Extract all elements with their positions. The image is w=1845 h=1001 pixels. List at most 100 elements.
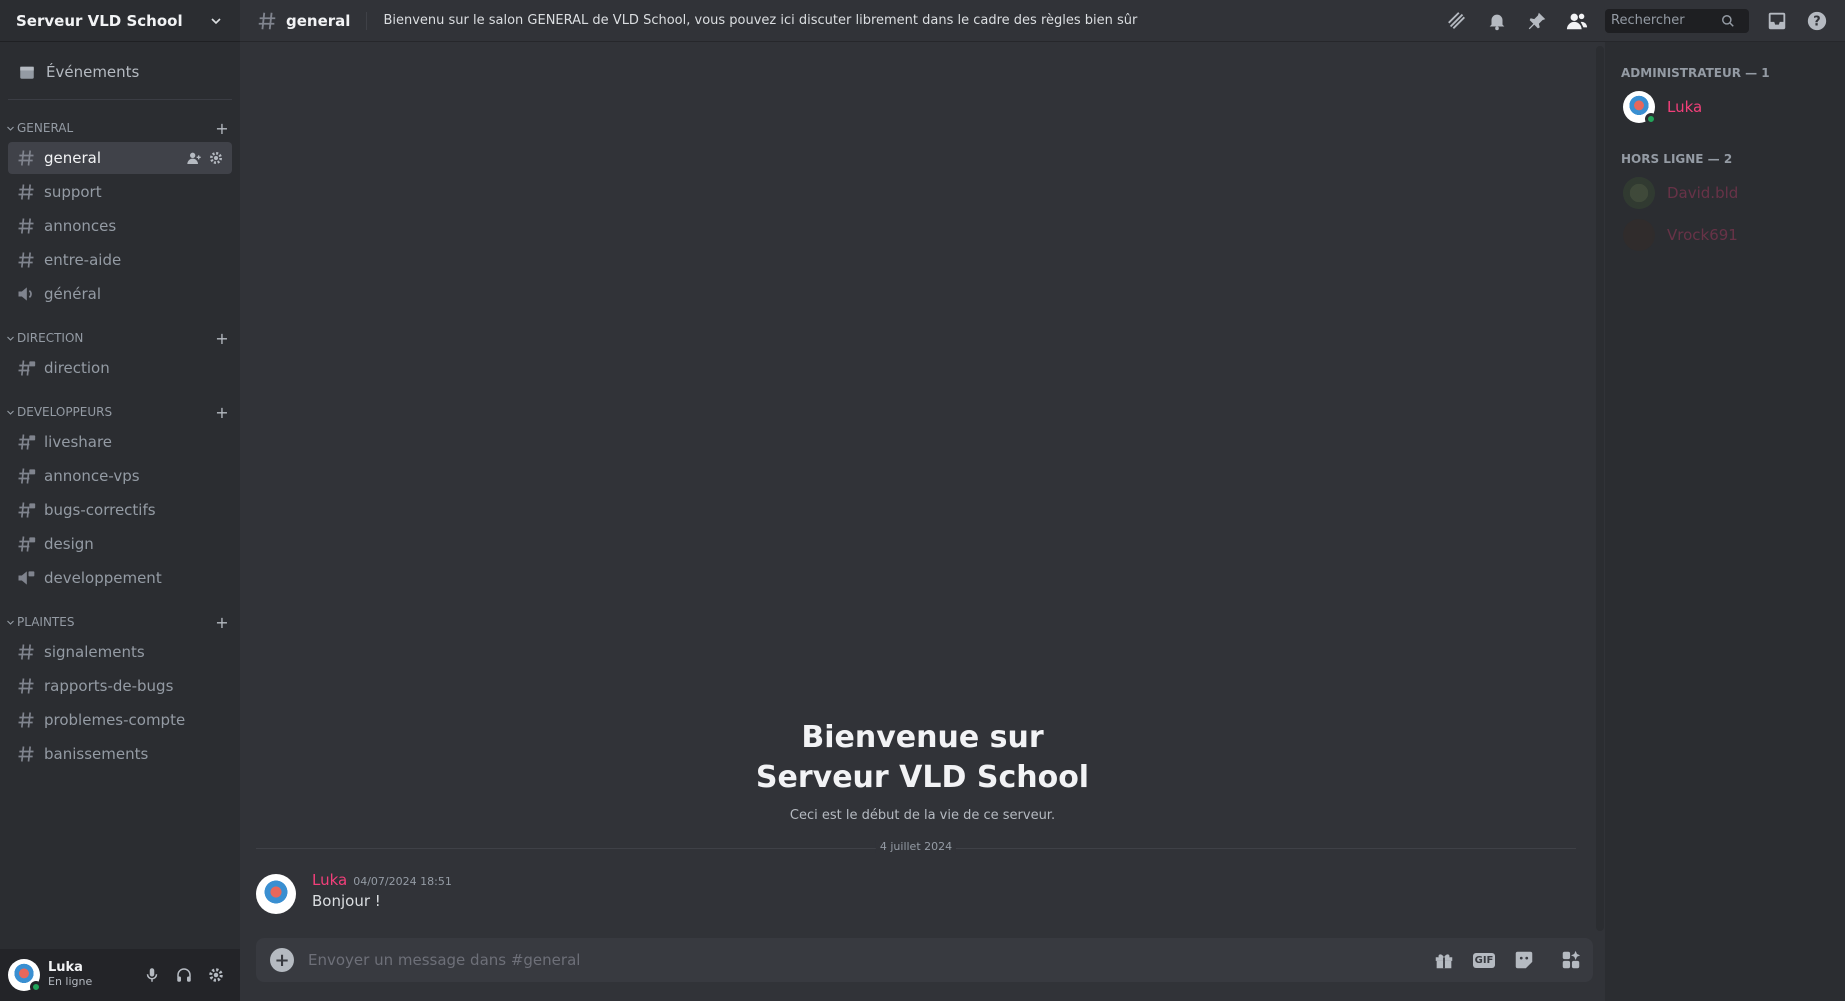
- channel-item-liveshare[interactable]: liveshare: [8, 426, 232, 458]
- user-avatar[interactable]: [8, 959, 42, 993]
- channel-label: design: [44, 535, 94, 553]
- svg-text:?: ?: [1813, 14, 1820, 29]
- message-composer: + GIF: [256, 938, 1592, 982]
- channel-settings-icon[interactable]: [208, 150, 224, 166]
- date-divider: 4 juillet 2024: [256, 840, 1576, 853]
- member-name: David.bld: [1667, 184, 1739, 202]
- channel-item-rapports-de-bugs[interactable]: rapports-de-bugs: [8, 670, 232, 702]
- channel-item-design[interactable]: design: [8, 528, 232, 560]
- channel-item-banissements[interactable]: banissements: [8, 738, 232, 770]
- channel-label: problemes-compte: [44, 711, 186, 729]
- category-direction[interactable]: DIRECTION +: [0, 326, 240, 350]
- settings-gear-icon[interactable]: [200, 959, 232, 991]
- search-box[interactable]: [1605, 8, 1749, 33]
- channel-topic[interactable]: Bienvenu sur le salon GENERAL de VLD Sch…: [383, 13, 1437, 28]
- user-info[interactable]: Luka En ligne: [48, 960, 136, 989]
- chat-area: Bienvenue sur Serveur VLD School Ceci es…: [240, 42, 1605, 1001]
- hashtag-icon: [16, 148, 36, 168]
- message-timestamp: 04/07/2024 18:51: [353, 875, 452, 888]
- locked-hashtag-icon: [16, 534, 36, 554]
- channel-item-annonce-vps[interactable]: annonce-vps: [8, 460, 232, 492]
- headphones-icon[interactable]: [168, 959, 200, 991]
- add-attachment-icon[interactable]: +: [270, 948, 294, 972]
- channel-label: bugs-correctifs: [44, 501, 156, 519]
- add-channel-icon[interactable]: +: [212, 329, 232, 348]
- channel-item-developpement[interactable]: developpement: [8, 562, 232, 594]
- member-item[interactable]: Vrock691: [1621, 214, 1837, 256]
- member-avatar: [1623, 177, 1655, 209]
- chevron-down-icon: [7, 336, 14, 341]
- hashtag-icon: [16, 250, 36, 270]
- member-item[interactable]: Luka: [1621, 86, 1837, 128]
- member-list-icon[interactable]: [1565, 9, 1589, 33]
- message[interactable]: Luka 04/07/2024 18:51 Bonjour !: [256, 870, 452, 914]
- member-item[interactable]: David.bld: [1621, 172, 1837, 214]
- server-header[interactable]: Serveur VLD School: [0, 0, 240, 42]
- apps-icon[interactable]: [1549, 938, 1593, 982]
- sticker-icon[interactable]: [1512, 948, 1536, 972]
- member-avatar: [1623, 219, 1655, 251]
- welcome-section: Bienvenue sur Serveur VLD School Ceci es…: [240, 718, 1605, 823]
- hashtag-icon: [16, 676, 36, 696]
- hashtag-icon: [16, 710, 36, 730]
- channel-item-support[interactable]: support: [8, 176, 232, 208]
- notification-bell-icon[interactable]: [1485, 9, 1509, 33]
- events-link[interactable]: Événements: [8, 52, 232, 100]
- add-channel-icon[interactable]: +: [212, 613, 232, 632]
- divider-date: 4 juillet 2024: [875, 840, 957, 853]
- message-author[interactable]: Luka: [312, 871, 347, 889]
- microphone-icon[interactable]: [136, 959, 168, 991]
- chat-scrollbar[interactable]: [1596, 46, 1604, 931]
- category-name: GENERAL: [17, 121, 74, 135]
- search-input[interactable]: [1611, 13, 1721, 28]
- channel-item-signalements[interactable]: signalements: [8, 636, 232, 668]
- channel-item-annonces[interactable]: annonces: [8, 210, 232, 242]
- channel-item-bugs-correctifs[interactable]: bugs-correctifs: [8, 494, 232, 526]
- category-developpeurs[interactable]: DEVELOPPEURS +: [0, 400, 240, 424]
- channel-label: annonces: [44, 217, 117, 235]
- channel-header: general Bienvenu sur le salon GENERAL de…: [240, 0, 1845, 42]
- channel-label: direction: [44, 359, 110, 377]
- gif-icon[interactable]: GIF: [1472, 948, 1496, 972]
- member-group-header: HORS LIGNE — 2: [1621, 152, 1733, 166]
- channel-item-problemes-compte[interactable]: problemes-compte: [8, 704, 232, 736]
- events-label: Événements: [46, 62, 140, 81]
- channel-item-entre-aide[interactable]: entre-aide: [8, 244, 232, 276]
- gift-icon[interactable]: [1432, 948, 1456, 972]
- category-plaintes[interactable]: PLAINTES +: [0, 610, 240, 634]
- chevron-down-icon: [7, 126, 14, 131]
- category-name: DIRECTION: [17, 331, 84, 345]
- channel-title: general: [286, 11, 368, 30]
- message-input[interactable]: [308, 951, 1424, 969]
- category-name: PLAINTES: [17, 615, 75, 629]
- welcome-title-line1: Bienvenue sur: [801, 720, 1044, 755]
- speaker-icon: [16, 284, 36, 304]
- online-status-icon: [30, 981, 42, 993]
- threads-icon[interactable]: [1445, 9, 1469, 33]
- locked-hashtag-icon: [16, 466, 36, 486]
- category-general[interactable]: GENERAL +: [0, 116, 240, 140]
- channel-label: signalements: [44, 643, 145, 661]
- inbox-icon[interactable]: [1765, 9, 1789, 33]
- channel-label: entre-aide: [44, 251, 122, 269]
- calendar-icon: [20, 66, 34, 79]
- channel-item-direction[interactable]: direction: [8, 352, 232, 384]
- server-name: Serveur VLD School: [16, 11, 183, 30]
- member-list: ADMINISTRATEUR — 1 Luka HORS LIGNE — 2 Davi…: [1605, 42, 1845, 1001]
- chevron-down-icon: [211, 17, 221, 24]
- help-icon[interactable]: ?: [1805, 9, 1829, 33]
- member-avatar: [1623, 91, 1657, 125]
- add-channel-icon[interactable]: +: [212, 119, 232, 138]
- user-name: Luka: [48, 960, 83, 976]
- channel-sidebar: Serveur VLD School Événements GENERAL + ge…: [0, 0, 240, 1001]
- invite-icon[interactable]: [186, 150, 202, 166]
- locked-hashtag-icon: [16, 358, 36, 378]
- pin-icon[interactable]: [1525, 9, 1549, 33]
- locked-speaker-icon: [16, 568, 36, 588]
- member-name: Vrock691: [1667, 226, 1738, 244]
- gif-label: GIF: [1472, 952, 1496, 968]
- message-avatar[interactable]: [256, 874, 296, 914]
- channel-item-général[interactable]: général: [8, 278, 232, 310]
- channel-item-general[interactable]: general: [8, 142, 232, 174]
- add-channel-icon[interactable]: +: [212, 403, 232, 422]
